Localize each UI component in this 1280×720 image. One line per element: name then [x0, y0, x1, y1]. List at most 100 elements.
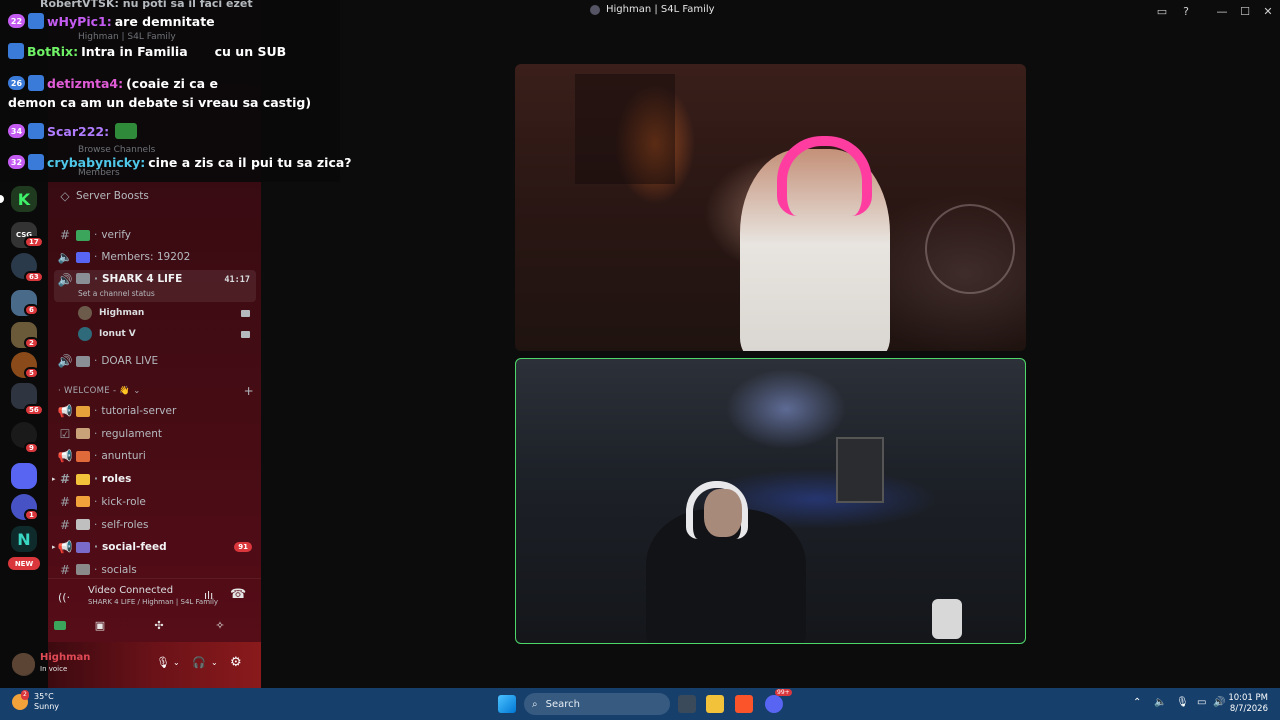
- chevron-up-icon[interactable]: ⌃: [1133, 697, 1141, 708]
- sun-icon: 2: [12, 690, 29, 710]
- channel-members-count[interactable]: 🔈 · Members: 19202: [54, 247, 256, 267]
- channel-roles[interactable]: ▸ # · roles: [52, 469, 256, 489]
- stream-chat-overlay: RobertVTSK: nu poti sa il faci ezet High…: [0, 0, 352, 182]
- user-avatar[interactable]: [12, 654, 32, 674]
- unread-indicator: [0, 195, 4, 203]
- chevron-down-icon[interactable]: ⌄: [211, 658, 218, 667]
- minimize-button[interactable]: —: [1210, 2, 1234, 20]
- close-button[interactable]: ✕: [1256, 2, 1280, 20]
- chat-username[interactable]: detizmta4:: [47, 76, 123, 91]
- noise-suppression-icon[interactable]: ılı: [204, 589, 213, 602]
- taskbar-search[interactable]: ⌕ Search: [524, 693, 670, 715]
- help-icon[interactable]: ?: [1174, 2, 1198, 20]
- category-welcome[interactable]: · WELCOME - 👋 ⌄ +: [58, 384, 254, 398]
- channel-type-icon: 📢: [57, 449, 73, 464]
- camera-icon: [54, 620, 66, 630]
- user-status: In voice: [40, 665, 68, 673]
- chat-level-badge: 32: [8, 155, 25, 169]
- server-kick[interactable]: K: [11, 186, 37, 212]
- channel-kick-role[interactable]: # · kick-role: [54, 492, 256, 512]
- channel-anunturi[interactable]: 📢 · anunturi: [54, 446, 256, 466]
- video-tile-highman[interactable]: [515, 64, 1026, 351]
- taskbar: 2 35°C Sunny ⌕ Search 99+ ⌃ 🔈 🎙 ▭ 🔊 10:0…: [0, 688, 1280, 720]
- voice-user-ionut[interactable]: Ionut V: [78, 325, 256, 343]
- shark-emoji-icon: [76, 273, 90, 284]
- mention-badge: 17: [24, 236, 44, 248]
- face-shape: [704, 489, 742, 537]
- maximize-button[interactable]: ☐: [1233, 2, 1257, 20]
- server-icon: [590, 4, 600, 15]
- avatar: [78, 306, 92, 320]
- voice-channel-shark4life[interactable]: 🔊 · SHARK 4 LIFE 41:17 Set a channel sta…: [54, 270, 256, 302]
- chat-level-badge: 34: [8, 124, 25, 138]
- chat-username[interactable]: crybabynicky:: [47, 155, 145, 170]
- camera-button[interactable]: [40, 615, 80, 635]
- chat-line: 32 crybabynicky: cine a zis ca il pui tu s…: [8, 154, 352, 170]
- separator-dot: ·: [94, 229, 98, 241]
- channel-label: social-feed: [102, 541, 167, 554]
- channel-tutorial-server[interactable]: 📢 · tutorial-server: [54, 401, 256, 421]
- channel-emoji-icon: [76, 450, 90, 462]
- server-name-ghost: Highman | S4L Family: [78, 32, 176, 42]
- server-icon[interactable]: N: [11, 526, 37, 552]
- chat-line: 26 detizmta4: (coaie zi ca e: [8, 75, 218, 91]
- screen-share-button[interactable]: ▣: [80, 615, 120, 635]
- channel-emoji-icon: [76, 519, 90, 530]
- channel-socials[interactable]: # · socials: [54, 560, 256, 580]
- inbox-icon[interactable]: ▭: [1150, 2, 1174, 20]
- channel-label: DOAR LIVE: [101, 355, 159, 367]
- server-label: N: [17, 529, 31, 549]
- add-channel-icon[interactable]: +: [244, 384, 254, 398]
- pentagram-decor: [925, 204, 1015, 294]
- channel-label: Members: 19202: [101, 251, 191, 263]
- user-info[interactable]: Highman In voice: [40, 652, 90, 673]
- server-boosts-label: Server Boosts: [76, 190, 149, 202]
- clock-date: 8/7/2026: [1229, 704, 1268, 714]
- headphones-icon[interactable]: 🎧: [192, 656, 206, 669]
- mention-badge: 56: [24, 404, 44, 416]
- weather-desc: Sunny: [34, 702, 60, 711]
- disconnect-icon[interactable]: ☎: [230, 587, 246, 602]
- gear-icon[interactable]: ⚙: [230, 655, 242, 670]
- separator-dot: ·: [94, 251, 98, 263]
- windows-start-icon[interactable]: [498, 695, 516, 713]
- channel-label: socials: [101, 563, 137, 576]
- brave-browser-icon[interactable]: [735, 695, 753, 713]
- chat-username[interactable]: BotRix:: [27, 44, 78, 59]
- volume-icon[interactable]: 🔊: [1213, 697, 1225, 708]
- voice-user-highman[interactable]: Highman: [78, 304, 256, 322]
- folder-icon[interactable]: [11, 463, 37, 489]
- clock-time: 10:01 PM: [1228, 693, 1268, 703]
- voice-location[interactable]: SHARK 4 LIFE / Highman | S4L Family: [88, 598, 218, 606]
- channel-social-feed[interactable]: ▸ 📢 · social-feed 91: [52, 537, 256, 557]
- chat-username[interactable]: Scar222:: [47, 124, 109, 139]
- chat-line: 34 Scar222:: [8, 123, 138, 139]
- channel-emoji-icon: [76, 564, 90, 576]
- weather-widget[interactable]: 2 35°C Sunny: [12, 690, 60, 712]
- mention-badge: 9: [24, 442, 39, 454]
- channel-emoji-icon: [76, 473, 90, 485]
- microphone-icon[interactable]: 🎙: [156, 656, 170, 669]
- channel-verify[interactable]: # · verify: [54, 225, 256, 245]
- separator-dot: ·: [94, 273, 98, 285]
- channel-regulament[interactable]: ☑ · regulament: [54, 424, 256, 444]
- soundboard-button[interactable]: ✧: [200, 615, 240, 635]
- discord-app-icon[interactable]: 99+: [765, 689, 792, 713]
- channel-self-roles[interactable]: # · self-roles: [54, 515, 256, 535]
- microphone-icon[interactable]: 🎙: [1176, 697, 1189, 708]
- channel-type-icon: ☑: [59, 426, 71, 441]
- channel-label: roles: [102, 473, 132, 486]
- taskbar-clock[interactable]: 10:01 PM 8/7/2026: [1228, 693, 1268, 715]
- server-boosts-item[interactable]: ◇ Server Boosts: [54, 186, 256, 206]
- video-tile-ionut[interactable]: [515, 358, 1026, 644]
- voice-channel-doar-live[interactable]: 🔊 · DOAR LIVE: [54, 351, 256, 371]
- activities-button[interactable]: ✣: [139, 615, 179, 635]
- chat-badge-icon: [28, 154, 44, 170]
- task-view-icon[interactable]: [678, 695, 696, 713]
- channel-status-link[interactable]: Set a channel status: [78, 289, 155, 298]
- separator-dot: ·: [94, 405, 98, 417]
- file-explorer-icon[interactable]: [706, 695, 724, 713]
- chevron-down-icon[interactable]: ⌄: [173, 658, 180, 667]
- network-icon[interactable]: ▭: [1197, 697, 1206, 708]
- speaker-icon[interactable]: 🔈: [1154, 697, 1166, 708]
